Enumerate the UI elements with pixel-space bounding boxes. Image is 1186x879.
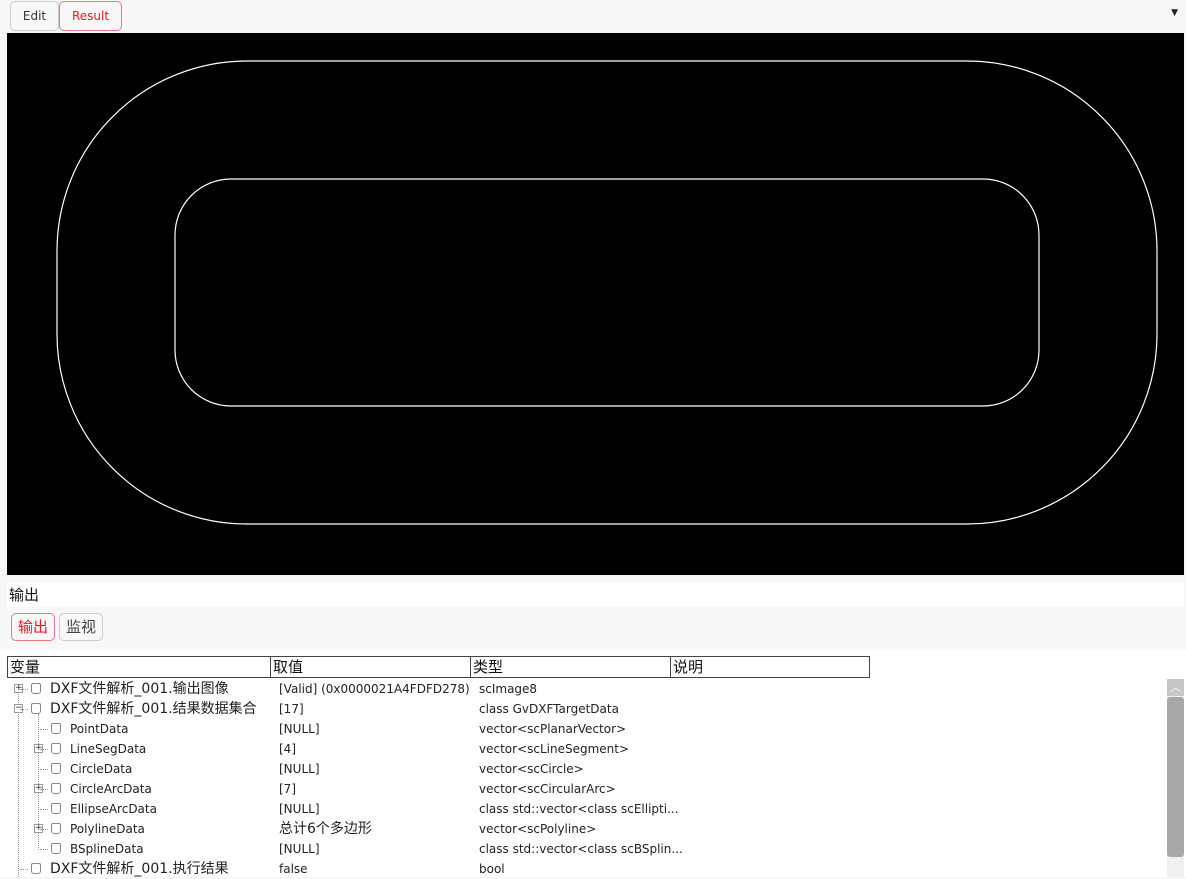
variable-value: [NULL]: [279, 802, 320, 816]
table-row[interactable]: BSplineData [NULL] class std::vector<class…: [0, 839, 1160, 859]
column-header-value[interactable]: 取值: [270, 656, 471, 678]
variable-type: vector<scCircularArc>: [479, 782, 616, 796]
folder-icon: [51, 723, 61, 734]
variable-name: DXF文件解析_001.输出图像: [50, 681, 229, 697]
variable-value: 总计6个多边形: [279, 821, 372, 837]
table-row[interactable]: EllipseArcData [NULL] class std::vector<cl…: [0, 799, 1160, 819]
scroll-up-icon[interactable]: ︿: [1167, 679, 1184, 696]
folder-icon: [31, 683, 41, 694]
tab-result[interactable]: Result: [59, 1, 122, 31]
tab-watch[interactable]: 监视: [59, 613, 104, 641]
variable-type: vector<scLineSegment>: [479, 742, 630, 756]
variable-type: vector<scPlanarVector>: [479, 722, 627, 736]
variable-name: PointData: [70, 722, 129, 736]
folder-icon: [51, 803, 61, 814]
folder-icon: [31, 703, 41, 714]
scrollbar-thumb[interactable]: [1167, 697, 1184, 857]
output-section-title: 输出: [7, 583, 1184, 607]
variable-value: [4]: [279, 742, 296, 756]
column-header-type[interactable]: 类型: [470, 656, 671, 678]
variable-type: vector<scPolyline>: [479, 822, 597, 836]
table-row[interactable]: + LineSegData [4] vector<scLineSegment>: [0, 739, 1160, 759]
folder-icon: [51, 743, 61, 754]
variable-name: DXF文件解析_001.执行结果: [50, 861, 229, 877]
variable-type: class std::vector<class scEllipti...: [479, 802, 679, 816]
column-header-variable[interactable]: 变量: [7, 656, 271, 678]
table-row[interactable]: + CircleArcData [7] vector<scCircularArc>: [0, 779, 1160, 799]
variable-name: LineSegData: [70, 742, 147, 756]
triangle-down-icon[interactable]: ▼: [1171, 8, 1178, 18]
variable-value: [Valid] (0x0000021A4FDFD278): [279, 682, 470, 696]
inner-contour: [174, 178, 1040, 407]
variable-type: class GvDXFTargetData: [479, 702, 619, 716]
variable-type: vector<scCircle>: [479, 762, 584, 776]
variable-name: DXF文件解析_001.结果数据集合: [50, 701, 257, 717]
folder-icon: [51, 783, 61, 794]
variable-name: CircleData: [70, 762, 133, 776]
column-header-description[interactable]: 说明: [670, 656, 870, 678]
table-row[interactable]: DXF文件解析_001.执行结果 false bool: [0, 859, 1160, 879]
vertical-scrollbar[interactable]: ︿: [1167, 679, 1184, 877]
variable-value: [NULL]: [279, 722, 320, 736]
outer-contour: [56, 60, 1158, 525]
variable-type: scImage8: [479, 682, 538, 696]
table-row[interactable]: + PolylineData 总计6个多边形 vector<scPolyline>: [0, 819, 1160, 839]
table-row[interactable]: − DXF文件解析_001.结果数据集合 [17] class GvDXFTarget…: [0, 699, 1160, 719]
variable-name: CircleArcData: [70, 782, 152, 796]
variable-type: bool: [479, 862, 505, 876]
variable-type: class std::vector<class scBSplin...: [479, 842, 683, 856]
variable-value: [NULL]: [279, 762, 320, 776]
table-row[interactable]: + DXF文件解析_001.输出图像 [Valid] (0x0000021A4FDF…: [0, 679, 1160, 699]
variable-value: false: [279, 862, 308, 876]
folder-icon: [51, 843, 61, 854]
variable-value: [NULL]: [279, 842, 320, 856]
dxf-image: [56, 60, 1158, 525]
variable-name: BSplineData: [70, 842, 144, 856]
variable-name: EllipseArcData: [70, 802, 157, 816]
folder-icon: [51, 763, 61, 774]
variable-grid: 变量 取值 类型 说明 + DXF文件解析_001.输出图像 [Valid] (0x…: [0, 650, 1186, 877]
result-image-view[interactable]: [7, 33, 1184, 575]
folder-icon: [51, 823, 61, 834]
variable-name: PolylineData: [70, 822, 145, 836]
tab-edit[interactable]: Edit: [10, 1, 59, 31]
table-row[interactable]: CircleData [NULL] vector<scCircle>: [0, 759, 1160, 779]
variable-value: [7]: [279, 782, 296, 796]
table-row[interactable]: PointData [NULL] vector<scPlanarVector>: [0, 719, 1160, 739]
file-icon: [31, 863, 41, 874]
tab-output[interactable]: 输出: [11, 613, 56, 641]
variable-value: [17]: [279, 702, 304, 716]
